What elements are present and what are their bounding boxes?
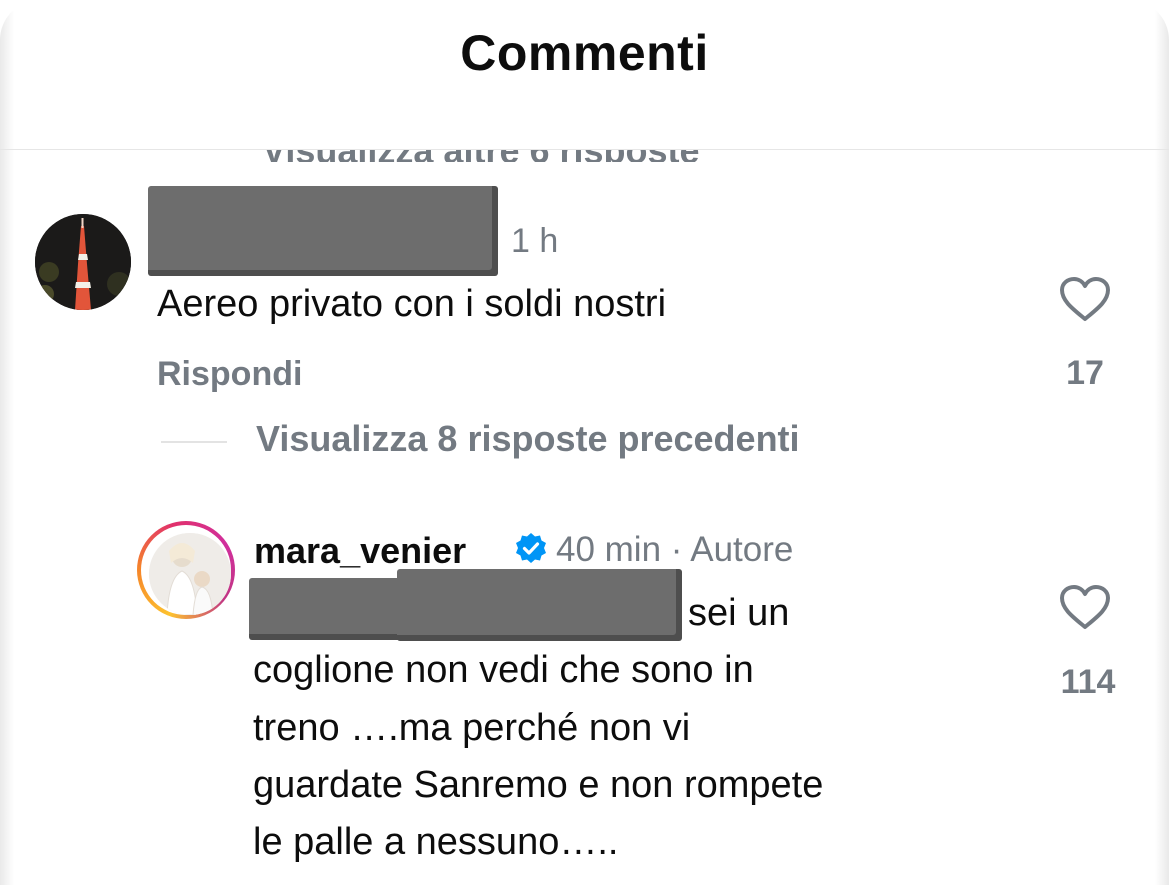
author-label: Autore <box>690 530 794 569</box>
avatar[interactable] <box>35 214 131 310</box>
comment-meta: 40 min · Autore <box>556 530 793 570</box>
avatar[interactable] <box>149 533 231 615</box>
comments-sheet: Commenti Visualizza altre 6 risposte 1 h… <box>0 0 1169 885</box>
reply-text-line: guardate Sanremo e non rompete <box>253 764 824 806</box>
view-previous-replies-button[interactable]: Visualizza 8 risposte precedenti <box>256 418 800 460</box>
comment-text: Aereo privato con i soldi nostri <box>157 283 667 325</box>
verified-badge-icon <box>516 533 546 563</box>
username[interactable]: mara_venier <box>254 530 466 572</box>
page-title: Commenti <box>460 25 709 81</box>
view-more-replies-cutoff[interactable]: Visualizza altre 6 risposte <box>0 150 1169 162</box>
profile-photo-icon <box>149 533 231 615</box>
sheet-header: Commenti <box>0 0 1169 150</box>
like-count: 114 <box>1060 663 1116 701</box>
heart-outline-icon[interactable] <box>1059 584 1111 630</box>
comment-time: 1 h <box>511 222 559 260</box>
reply-button[interactable]: Rispondi <box>157 355 302 394</box>
reply-text-line: sei un <box>688 592 790 634</box>
reply-text-line: le palle a nessuno….. <box>253 821 619 863</box>
tower-photo-icon <box>35 214 131 310</box>
like-count: 17 <box>1066 354 1104 392</box>
story-ring[interactable] <box>137 521 235 619</box>
reply-text-line: coglione non vedi che sono in <box>253 649 754 691</box>
redacted-mention <box>397 569 682 641</box>
ring-inner <box>141 525 231 615</box>
meta-separator: · <box>670 530 683 569</box>
reply-text-line: treno ….ma perché non vi <box>253 707 691 749</box>
comment-time: 40 min <box>556 530 662 569</box>
redacted-username <box>148 186 498 276</box>
view-more-replies-label[interactable]: Visualizza altre 6 risposte <box>262 150 700 162</box>
heart-outline-icon[interactable] <box>1059 276 1111 322</box>
thread-line <box>161 441 227 443</box>
